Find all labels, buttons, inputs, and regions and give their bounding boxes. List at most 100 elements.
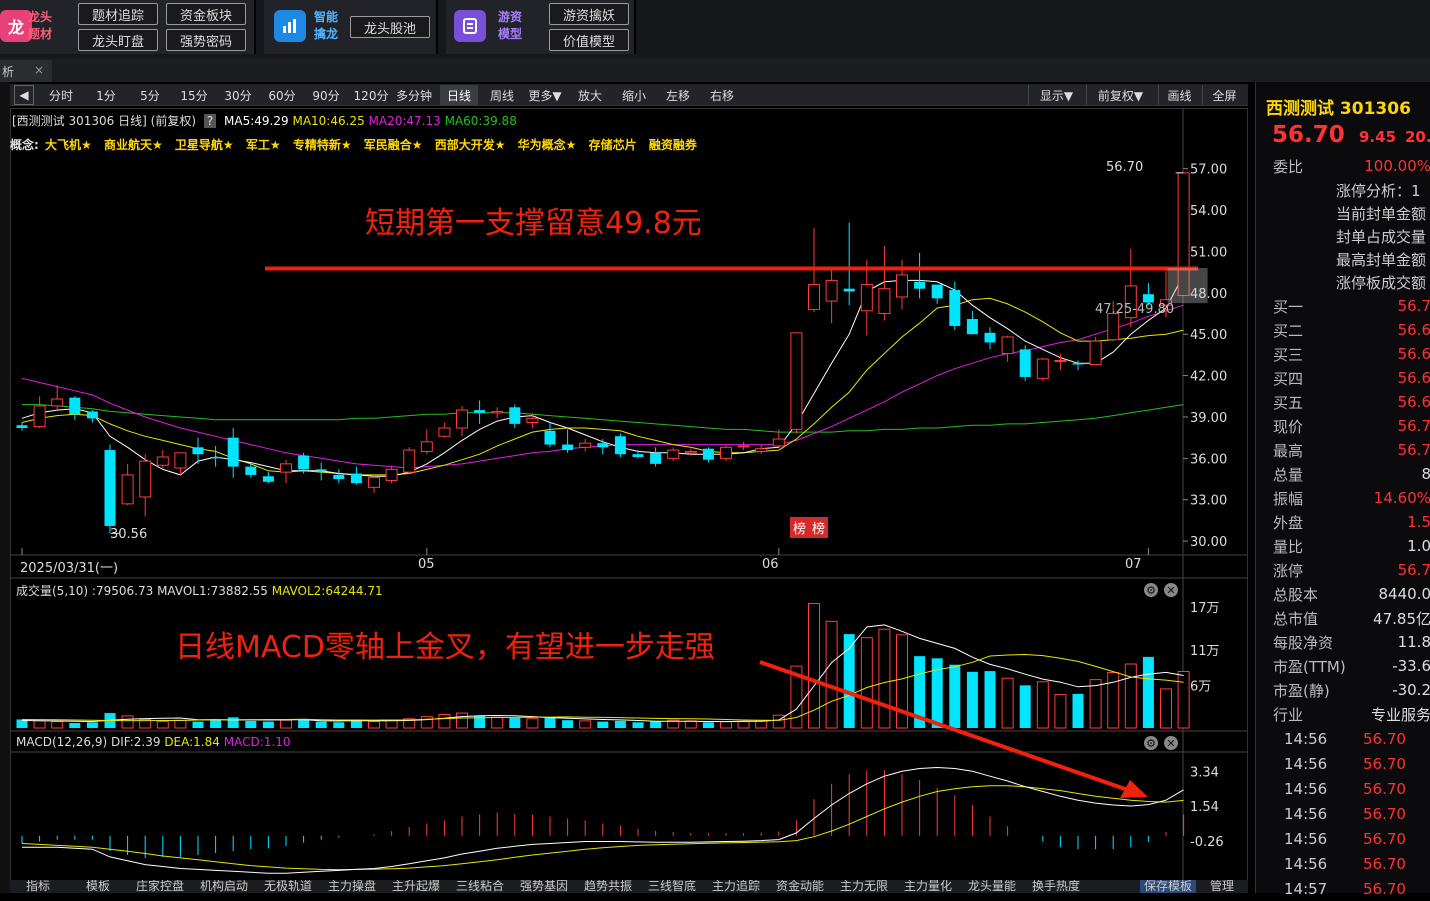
ma60-value: MA60:39.88 [445, 114, 517, 128]
candle-body [263, 476, 274, 482]
concept-tag[interactable]: 大飞机★ [45, 138, 92, 152]
quote-row: 涨停分析：1 [1256, 178, 1430, 202]
quote-row: 涨停板成交额 [1256, 270, 1430, 294]
tab-item[interactable]: 资金动能 [776, 880, 824, 893]
tab-item[interactable]: 庄家控盘 [136, 880, 184, 893]
volume-bar [967, 672, 978, 728]
candle-body [52, 399, 63, 406]
list-badge[interactable]: 榜 [790, 517, 809, 538]
candle-body [615, 436, 626, 454]
concept-tag[interactable]: 存储芯片 [589, 138, 637, 152]
concept-tag[interactable]: 融资融券 [649, 138, 697, 152]
y-tick-label: -0.26 [1190, 835, 1224, 850]
tick-time: 14:56 [1284, 755, 1327, 773]
quote-value: 56.6 [1398, 369, 1430, 387]
macd-name: MACD(12,26,9) [16, 735, 107, 749]
quote-row: 最高封单金额 [1256, 247, 1430, 271]
quote-label: 市盈(静) [1273, 680, 1330, 701]
y-tick-label: 30.00 [1190, 535, 1227, 550]
volume-bar [1090, 680, 1101, 728]
candle-body [140, 461, 151, 497]
help-icon[interactable]: ? [204, 114, 216, 128]
manage-button[interactable]: 管理 [1210, 880, 1234, 893]
concept-tag[interactable]: 军民融合★ [364, 138, 423, 152]
tab-indicator[interactable]: 指标 [26, 880, 50, 893]
tab-item[interactable]: 三线粘合 [456, 880, 504, 893]
quote-value: 最高封单金额 [1336, 249, 1426, 270]
tab-item[interactable]: 三线智底 [648, 880, 696, 893]
ma10-value: MA10:46.25 [292, 114, 364, 128]
candle-body [650, 453, 661, 464]
quote-label: 买二 [1273, 320, 1303, 341]
candle-body [509, 407, 520, 424]
quote-value: -33.6 [1392, 657, 1430, 675]
candle-body [879, 289, 890, 314]
close-icon[interactable]: ✕ [1164, 583, 1178, 597]
concept-tag[interactable]: 华为概念★ [518, 138, 577, 152]
tab-item[interactable]: 换手热度 [1032, 880, 1080, 893]
tick-row: 14:5656.70 [1256, 827, 1430, 851]
quote-value: 56.6 [1398, 393, 1430, 411]
tab-item[interactable]: 强势基因 [520, 880, 568, 893]
quote-value: 56.6 [1398, 321, 1430, 339]
quote-value: 1.0 [1407, 537, 1430, 555]
quote-label: 市盈(TTM) [1273, 656, 1346, 677]
volume-bar [738, 722, 749, 728]
concept-tag[interactable]: 卫星导航★ [175, 138, 234, 152]
candle-body [228, 438, 239, 467]
tab-item[interactable]: 趋势共振 [584, 880, 632, 893]
quote-row: 市盈(静)-30.2 [1256, 678, 1430, 702]
volume-header: 成交量(5,10) :79506.73 MAVOL1:73882.55 MAVO… [16, 582, 383, 599]
gear-icon[interactable]: ⚙ [1144, 583, 1158, 597]
close-icon[interactable]: ✕ [1164, 736, 1178, 750]
volume-bar [369, 722, 380, 728]
tab-item[interactable]: 机构启动 [200, 880, 248, 893]
tab-item[interactable]: 主力无限 [840, 880, 888, 893]
candle-body [914, 282, 925, 289]
y-tick-label: 33.00 [1190, 494, 1227, 509]
ma60-line [22, 405, 1184, 433]
chart-svg[interactable]: 57.0054.0051.0048.0045.0042.0039.0036.00… [0, 0, 1250, 893]
tab-template[interactable]: 模板 [86, 880, 110, 893]
quote-value: 56.7 [1398, 561, 1430, 579]
candle-body [122, 475, 133, 504]
tick-time: 14:56 [1284, 855, 1327, 873]
candle-body [985, 333, 996, 343]
concept-tag[interactable]: 军工★ [246, 138, 281, 152]
support-zone [1168, 268, 1208, 303]
volume-bar [122, 716, 133, 728]
tab-item[interactable]: 主力操盘 [328, 880, 376, 893]
quote-row: 最高56.7 [1256, 438, 1430, 462]
quote-row: 振幅14.60% [1256, 486, 1430, 510]
y-tick-label: 45.00 [1190, 328, 1227, 343]
quote-value: 56.7 [1398, 417, 1430, 435]
candle-body [1002, 337, 1013, 354]
candle-body [685, 451, 696, 452]
volume-bar [703, 722, 714, 728]
x-tick-label: 05 [418, 557, 435, 572]
volume-bar [809, 604, 820, 728]
concept-tag[interactable]: 商业航天★ [104, 138, 163, 152]
candle-body [1055, 360, 1066, 361]
volume-bar [52, 722, 63, 728]
concept-tag[interactable]: 专精特新★ [293, 138, 352, 152]
adjust-label: (前复权) [151, 114, 196, 128]
volume-bar [756, 721, 767, 728]
quote-value: 14.60% [1374, 489, 1430, 507]
tab-item[interactable]: 主升起爆 [392, 880, 440, 893]
save-template-button[interactable]: 保存模板 [1140, 880, 1196, 893]
tab-item[interactable]: 主力量化 [904, 880, 952, 893]
gear-icon[interactable]: ⚙ [1144, 736, 1158, 750]
candle-body [193, 447, 204, 454]
concept-tag[interactable]: 西部大开发★ [435, 138, 506, 152]
candle-body [932, 285, 943, 299]
volume-bar [1002, 678, 1013, 728]
tab-item[interactable]: 龙头量能 [968, 880, 1016, 893]
tab-item[interactable]: 主力追踪 [712, 880, 760, 893]
candle-body [597, 443, 608, 447]
dif-value: DIF:2.39 [111, 735, 161, 749]
tab-item[interactable]: 无极轨道 [264, 880, 312, 893]
candle-body [1108, 314, 1119, 340]
list-badge[interactable]: 榜 [809, 517, 828, 538]
volume-bar [633, 722, 644, 728]
